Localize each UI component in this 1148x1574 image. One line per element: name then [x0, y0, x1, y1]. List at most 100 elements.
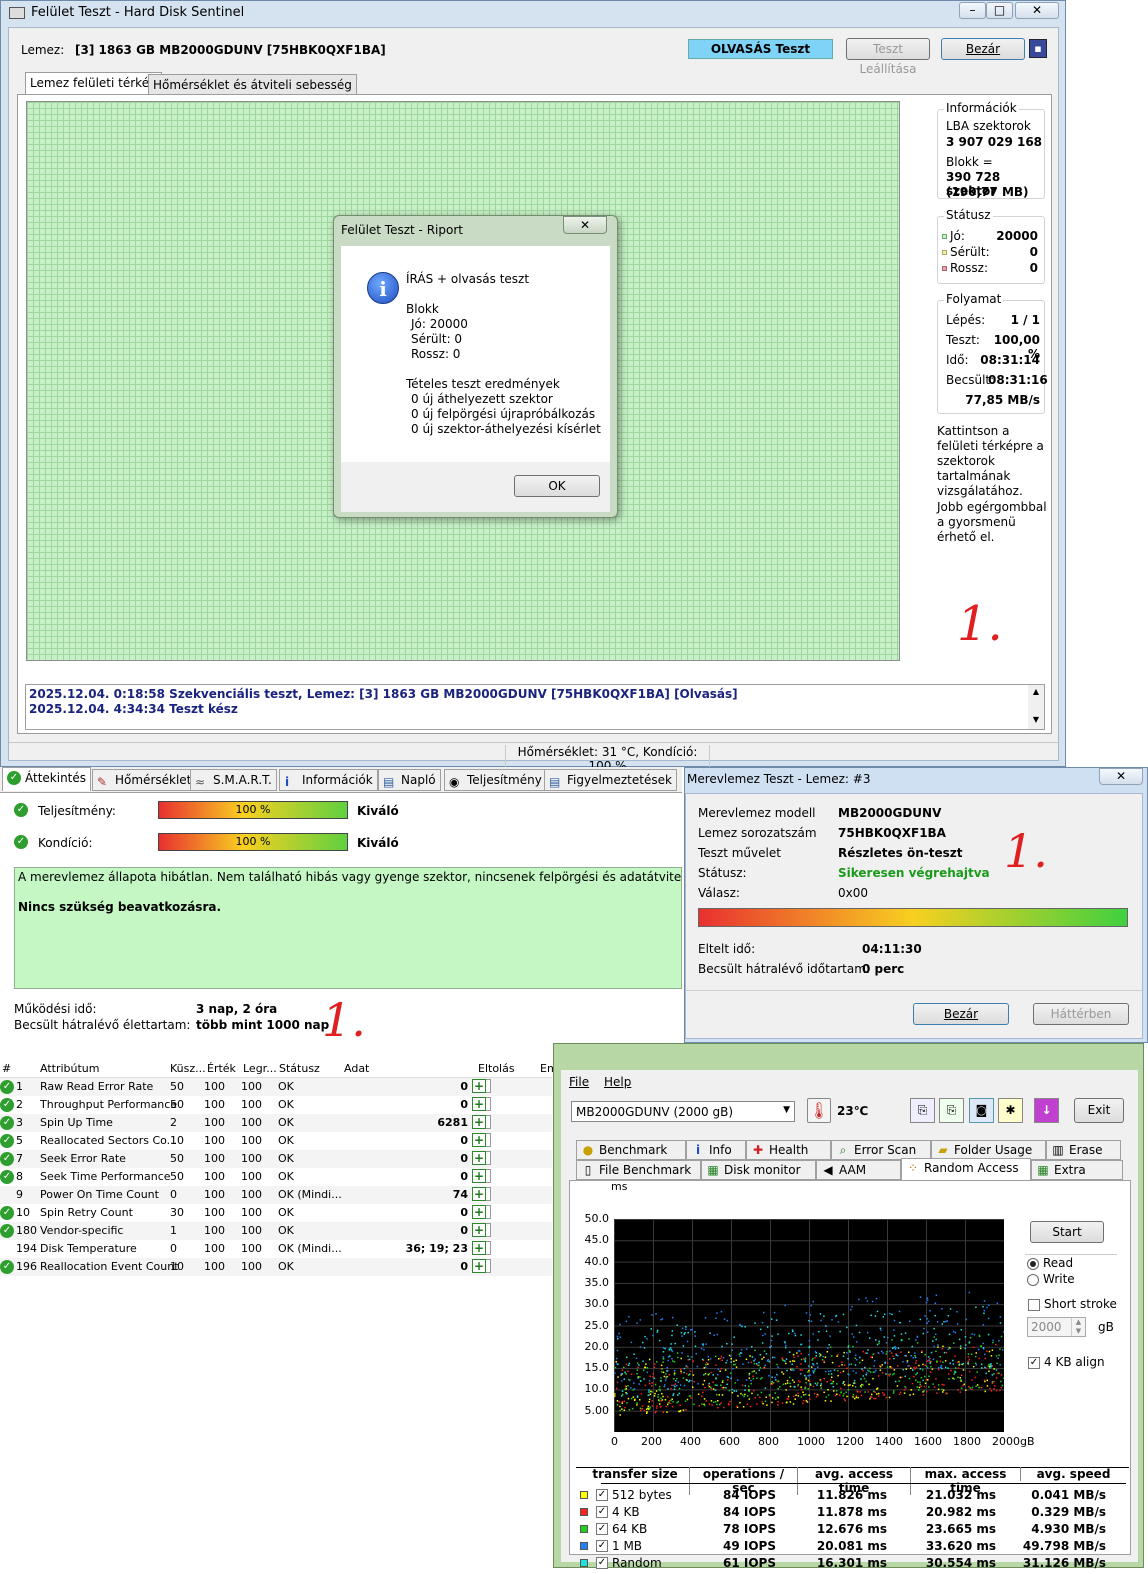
col-data[interactable]: Adat	[344, 1060, 369, 1078]
plus-button[interactable]: +	[472, 1259, 486, 1273]
smart-row[interactable]: ✓5Reallocated Sectors Co...10100100OK0−0…	[0, 1132, 552, 1150]
plus-button[interactable]: +	[472, 1133, 486, 1147]
cell-worst: 100	[241, 1188, 262, 1201]
close-button[interactable]: Bezár	[913, 1003, 1009, 1025]
dialog-close-icon[interactable]: ✕	[563, 216, 607, 234]
data-point	[621, 1400, 624, 1403]
progress-fill	[699, 909, 1127, 926]
save-icon[interactable]: ▪	[1029, 39, 1047, 58]
smart-row[interactable]: 194 Disk Temperature 0 100 100 OK (Mindi... 36…	[0, 1240, 552, 1258]
background-button[interactable]: Háttérben	[1033, 1003, 1129, 1025]
plus-button[interactable]: +	[472, 1205, 486, 1219]
tab-random-access[interactable]: ⁘ Random Access	[901, 1158, 1031, 1180]
data-point	[781, 1402, 784, 1404]
camera-icon[interactable]: ◙	[969, 1098, 994, 1123]
tab-disk-monitor[interactable]: ▦ Disk monitor	[701, 1160, 816, 1180]
start-button[interactable]: Start	[1030, 1221, 1104, 1243]
plus-button[interactable]: +	[472, 1169, 486, 1183]
tab-folder-usage[interactable]: ▰ Folder Usage	[931, 1140, 1046, 1160]
close-icon[interactable]: ✕	[1015, 2, 1059, 19]
data-point	[921, 1369, 924, 1371]
close-icon[interactable]: ✕	[1099, 768, 1143, 785]
plus-button[interactable]: +	[472, 1097, 486, 1111]
plus-button[interactable]: +	[472, 1115, 486, 1129]
smart-row[interactable]: ✓2Throughput Performance50100100OK0−0+	[0, 1096, 552, 1114]
col-value[interactable]: Érték	[207, 1060, 236, 1078]
tab-benchmark[interactable]: ● Benchmark	[576, 1140, 686, 1160]
options-icon[interactable]: ✱	[998, 1098, 1023, 1123]
series-checkbox[interactable]: ✓	[596, 1523, 608, 1535]
tab-alerts[interactable]: ▤ Figyelmeztetések	[544, 769, 677, 791]
stroke-size-input[interactable]: 2000 ▲ ▼	[1027, 1317, 1086, 1337]
smart-row[interactable]: ✓7Seek Error Rate50100100OK0−0+	[0, 1150, 552, 1168]
col-threshold[interactable]: Küsz...	[170, 1060, 206, 1078]
close-button[interactable]: Bezár	[941, 38, 1025, 60]
tab-temperature[interactable]: ✎ Hőmérséklet	[92, 769, 197, 791]
smart-row[interactable]: ✓3Spin Up Time2100100OK6281−0+	[0, 1114, 552, 1132]
data-point	[794, 1334, 797, 1337]
tab-info[interactable]: i Info	[686, 1140, 746, 1160]
tab-health[interactable]: ✚ Health	[746, 1140, 831, 1160]
maximize-button[interactable]: □	[986, 2, 1013, 19]
tab-aam[interactable]: ◀ AAM	[816, 1160, 901, 1180]
data-point	[900, 1351, 902, 1353]
tab-erase[interactable]: ▥ Erase	[1046, 1140, 1121, 1160]
plus-button[interactable]: +	[472, 1079, 486, 1093]
col-offset[interactable]: Eltolás	[478, 1060, 515, 1078]
tab-performance[interactable]: ◉ Teljesítmény	[444, 769, 547, 791]
check-icon: ✓	[0, 1170, 14, 1184]
spinner-icon[interactable]: ▲ ▼	[1071, 1318, 1085, 1336]
data-point	[740, 1392, 742, 1395]
data-point	[768, 1375, 770, 1377]
smart-row[interactable]: ✓1Raw Read Error Rate50100100OK0−0+	[0, 1078, 552, 1096]
ok-button[interactable]: OK	[514, 475, 600, 497]
drive-select[interactable]: MB2000GDUNV (2000 gB) ▼	[571, 1101, 795, 1122]
exit-button[interactable]: Exit	[1074, 1098, 1124, 1123]
read-radio[interactable]	[1027, 1258, 1039, 1270]
tab-surface-map[interactable]: Lemez felületi térkép	[25, 72, 162, 96]
log-scrollbar[interactable]: ▲ ▼	[1028, 685, 1044, 729]
plus-button[interactable]: +	[472, 1241, 486, 1255]
col-status[interactable]: Státusz	[279, 1060, 320, 1078]
copy-text-icon[interactable]: ⎘	[910, 1098, 935, 1123]
menu-file[interactable]: File	[569, 1075, 589, 1089]
col-attribute[interactable]: Attribútum	[40, 1060, 100, 1078]
align-checkbox[interactable]: ✓	[1028, 1357, 1040, 1369]
data-point	[658, 1400, 661, 1402]
short-stroke-checkbox[interactable]	[1028, 1299, 1040, 1311]
save-icon[interactable]: ↓	[1034, 1098, 1059, 1123]
tab-file-benchmark[interactable]: ▯ File Benchmark	[576, 1160, 701, 1180]
series-checkbox[interactable]: ✓	[596, 1540, 608, 1552]
tab-information[interactable]: i Információk	[279, 769, 378, 791]
smart-row[interactable]: 9 Power On Time Count 0 100 100 OK (Mindi... 7…	[0, 1186, 552, 1204]
plus-button[interactable]: +	[472, 1187, 486, 1201]
smart-row[interactable]: ✓10Spin Retry Count30100100OK0−0+	[0, 1204, 552, 1222]
radio-dot	[1030, 1261, 1036, 1267]
menu-help[interactable]: Help	[604, 1075, 631, 1089]
tab-temperature-speed[interactable]: Hőmérséklet és átviteli sebesség	[148, 74, 357, 96]
series-checkbox[interactable]: ✓	[596, 1489, 608, 1501]
tab-overview[interactable]: ✓ Áttekintés	[2, 767, 92, 791]
smart-row[interactable]: ✓196Reallocation Event Count10100100OK0−…	[0, 1258, 552, 1276]
series-checkbox[interactable]: ✓	[596, 1506, 608, 1518]
data-point	[843, 1398, 846, 1400]
tab-extra-tests[interactable]: ▦Extra tests	[1031, 1160, 1123, 1195]
plus-button[interactable]: +	[472, 1151, 486, 1165]
series-checkbox[interactable]: ✓	[596, 1557, 608, 1569]
smart-row[interactable]: ✓8Seek Time Performance50100100OK0−0+	[0, 1168, 552, 1186]
stop-test-button[interactable]: Teszt Leállítása	[846, 38, 930, 76]
data-point	[817, 1394, 819, 1396]
data-point	[677, 1400, 679, 1403]
smart-row[interactable]: ✓180Vendor-specific1100100OK0−0+	[0, 1222, 552, 1240]
minimize-button[interactable]: –	[959, 2, 986, 19]
tab-log[interactable]: ▤ Napló	[378, 769, 441, 791]
copy-info-icon[interactable]: ⎘	[939, 1098, 964, 1123]
write-radio[interactable]	[1027, 1274, 1039, 1286]
col-worst[interactable]: Legr...	[243, 1060, 277, 1078]
data-point	[936, 1360, 938, 1362]
data-point	[878, 1342, 880, 1345]
tab-smart[interactable]: ≈ S.M.A.R.T.	[190, 769, 277, 791]
tab-error-scan[interactable]: ⌕ Error Scan	[831, 1140, 931, 1160]
data-point	[812, 1371, 815, 1374]
plus-button[interactable]: +	[472, 1223, 486, 1237]
